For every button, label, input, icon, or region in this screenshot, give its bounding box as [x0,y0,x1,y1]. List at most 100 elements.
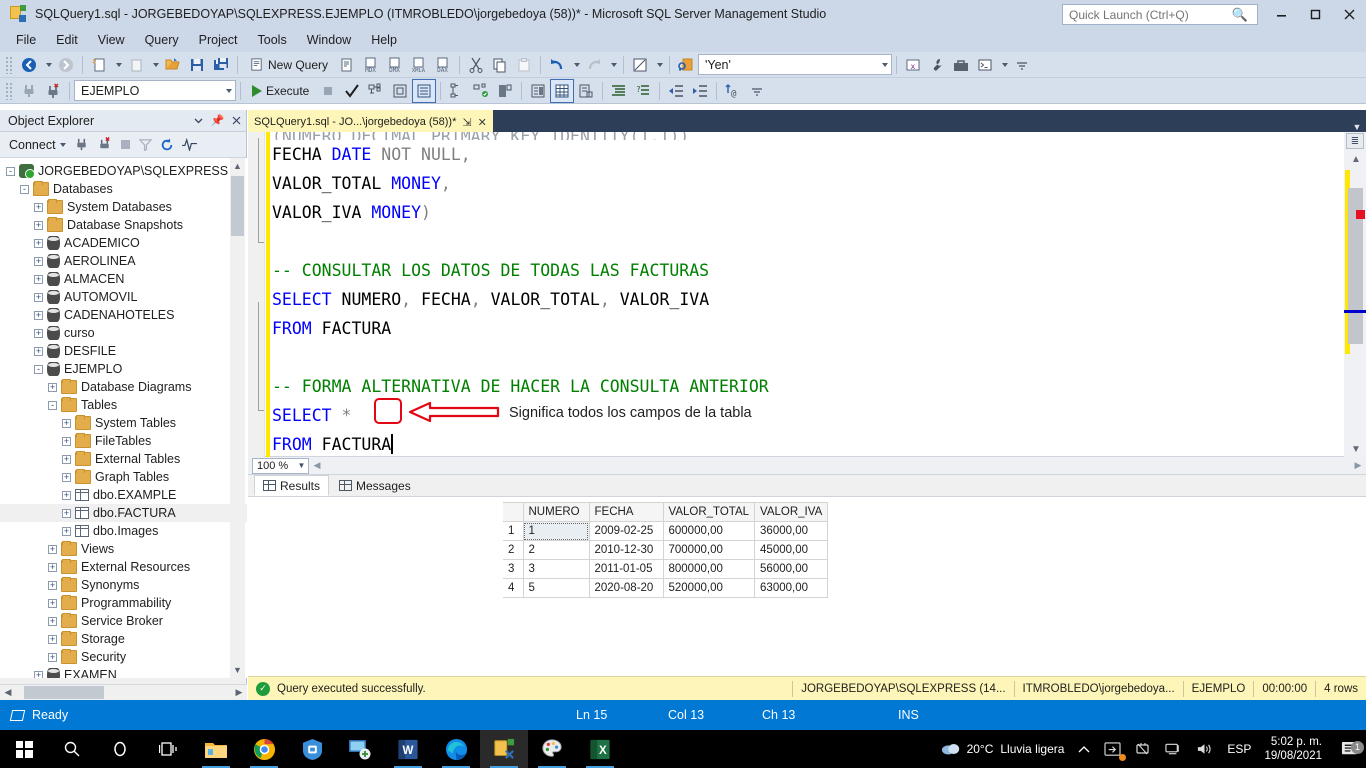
row-number-cell[interactable]: 1 [503,521,524,541]
disconnect-button[interactable] [42,80,64,102]
new-dmx-query-button[interactable]: DMX [384,54,406,76]
tree-node[interactable]: + Database Snapshots [0,216,247,234]
expander-icon[interactable]: + [48,598,57,608]
tree-node[interactable]: + External Tables [0,450,247,468]
column-header[interactable]: NUMERO [522,502,590,522]
column-header[interactable]: VALOR_IVA [754,502,829,522]
wrench-button[interactable] [926,54,948,76]
tree-node[interactable]: + Service Broker [0,612,247,630]
tree-node[interactable]: + CADENAHOTELES [0,306,247,324]
toolbar-options-2[interactable] [746,80,768,102]
table-row[interactable]: 1 1 2009-02-25 600000,00 36000,00 [503,521,829,541]
table-cell[interactable]: 45000,00 [754,540,829,560]
chevron-down-icon-db[interactable] [220,88,235,93]
tree-node[interactable]: + Synonyms [0,576,247,594]
tree-node[interactable]: + dbo.EXAMPLE [0,486,247,504]
close-button[interactable] [1332,0,1366,28]
redo-button[interactable] [583,54,605,76]
scroll-down-icon[interactable]: ▼ [230,662,245,678]
menu-query[interactable]: Query [135,30,189,50]
refresh-icon[interactable] [157,136,177,154]
expander-icon[interactable]: + [62,418,71,428]
expander-icon[interactable]: - [6,166,15,176]
tree-node[interactable]: + Graph Tables [0,468,247,486]
query-options-button[interactable] [389,80,411,102]
editor-scroll-up-icon[interactable]: ▲ [1349,154,1363,165]
expander-icon[interactable]: + [34,328,43,338]
table-row[interactable]: 3 3 2011-01-05 800000,00 56000,00 [503,559,829,579]
registered-servers-dropdown[interactable] [652,54,665,76]
results-grid[interactable]: NUMERO FECHA VALOR_TOTAL VALOR_IVA 1 1 2009-02… [503,502,829,598]
expander-icon[interactable]: + [62,526,71,536]
expander-icon[interactable]: + [34,220,43,230]
expander-icon[interactable]: - [48,400,57,410]
connect-dropdown-button[interactable]: Connect [6,136,69,154]
toolbar-overflow-1[interactable] [997,54,1010,76]
table-cell[interactable]: 520000,00 [662,578,756,598]
menu-help[interactable]: Help [361,30,407,50]
pin-icon[interactable]: 📌 [208,111,227,131]
expander-icon[interactable]: + [34,346,43,356]
tree-node[interactable]: + Views [0,540,247,558]
row-number-cell[interactable]: 2 [503,540,524,560]
tab-sqlquery1[interactable]: SQLQuery1.sql - JO...\jorgebedoya (58))*… [248,110,493,132]
expander-icon[interactable]: - [34,364,43,374]
tree-node[interactable]: - Tables [0,396,247,414]
expander-icon[interactable]: - [20,184,29,194]
hscroll-left-icon[interactable]: ◀ [309,460,325,471]
expander-icon[interactable]: + [62,472,71,482]
execute-button[interactable]: Execute [246,80,315,102]
table-cell[interactable]: 2020-08-20 [588,578,664,598]
table-cell[interactable]: 5 [522,578,590,598]
toolbar-grip[interactable] [5,55,14,74]
add-new-item-button[interactable] [125,54,147,76]
language-indicator[interactable]: ESP [1220,730,1258,768]
cortana-button[interactable] [96,730,144,768]
table-row[interactable]: 4 5 2020-08-20 520000,00 63000,00 [503,578,829,598]
panel-menu-icon[interactable] [189,111,208,131]
expander-icon[interactable]: + [48,652,57,662]
connect-button[interactable] [18,80,40,102]
show-hidden-icons-button[interactable] [1071,730,1097,768]
microsoft-excel-button[interactable]: X [576,730,624,768]
comment-lines-button[interactable] [608,80,630,102]
clock-widget[interactable]: 5:02 p. m. 19/08/2021 [1258,735,1332,763]
object-explorer-vscrollbar[interactable]: ▲ ▼ [230,158,245,678]
editor-vscrollbar[interactable]: ≣ ▲ ▼ [1344,132,1366,457]
menu-edit[interactable]: Edit [46,30,88,50]
include-actual-plan-button[interactable] [412,78,437,103]
row-number-cell[interactable]: 4 [503,578,524,598]
redo-dropdown[interactable] [606,54,619,76]
save-all-button[interactable] [210,54,232,76]
uncomment-lines-button[interactable]: ? [632,80,654,102]
menu-window[interactable]: Window [297,30,361,50]
table-cell[interactable]: 700000,00 [662,540,756,560]
volume-icon[interactable] [1189,730,1220,768]
minimize-button[interactable] [1264,0,1298,28]
tree-node[interactable]: + AUTOMOVIL [0,288,247,306]
navigate-forward-button[interactable] [55,54,77,76]
include-live-stats-button[interactable] [470,80,492,102]
scroll-up-icon[interactable]: ▲ [230,158,245,174]
editor-scroll-down-icon[interactable]: ▼ [1349,444,1363,455]
network-icon[interactable] [1158,730,1189,768]
tab-results[interactable]: Results [254,475,330,496]
hscroll-right-icon[interactable]: ▶ [1350,460,1366,471]
expander-icon[interactable]: + [34,202,43,212]
new-dax-query-button[interactable]: DAX [432,54,454,76]
table-cell[interactable]: 2011-01-05 [588,559,664,579]
table-cell[interactable]: 2010-12-30 [588,540,664,560]
new-query-button[interactable]: New Query [243,54,334,76]
menu-file[interactable]: File [6,30,46,50]
expander-icon[interactable]: + [34,670,43,678]
microsoft-word-button[interactable]: W [384,730,432,768]
start-button[interactable] [0,730,48,768]
google-chrome-button[interactable] [240,730,288,768]
results-to-grid-button[interactable] [550,78,575,103]
editor-split-handle[interactable]: ≣ [1346,133,1364,149]
expander-icon[interactable]: + [48,580,57,590]
task-view-button[interactable] [144,730,192,768]
display-estimated-plan-button[interactable] [365,80,387,102]
hscroll-thumb[interactable] [24,686,104,699]
menu-tools[interactable]: Tools [248,30,297,50]
